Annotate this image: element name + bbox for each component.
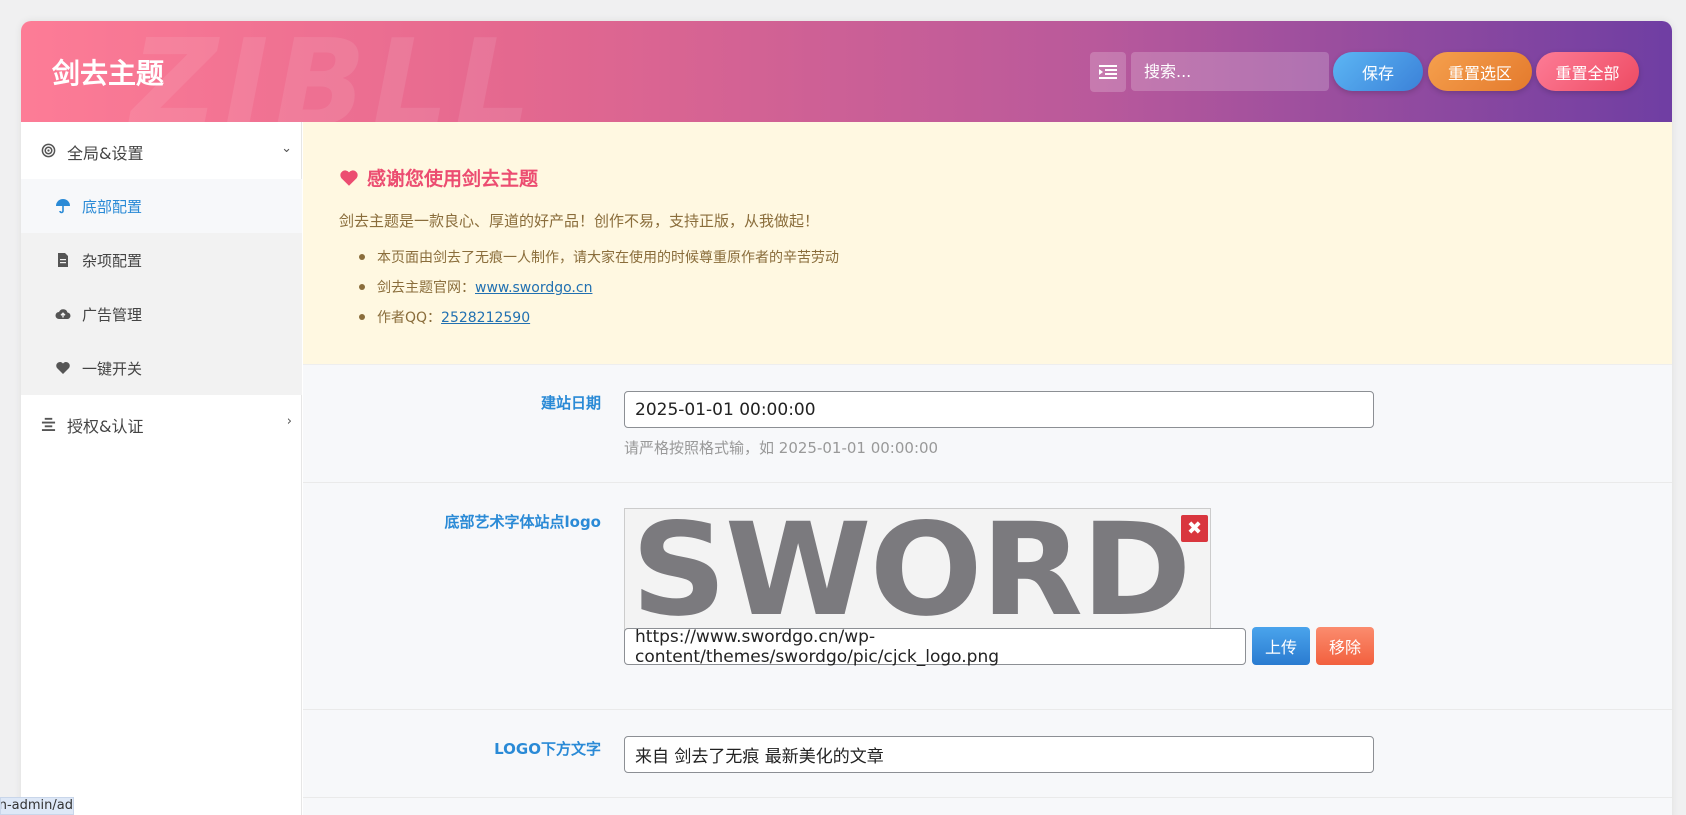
logo-preview-text: SWORD: [631, 508, 1192, 634]
field-logo-text: LOGO下方文字 来自 剑去了无痕 最新美化的文章: [303, 710, 1672, 798]
sidebar-section-label: 全局&设置: [67, 144, 144, 163]
field-site-date: 建站日期 2025-01-01 00:00:00 请严格按照格式输，如 2025…: [303, 365, 1672, 483]
sidebar-item-footer[interactable]: 底部配置: [21, 179, 302, 233]
site-date-input[interactable]: 2025-01-01 00:00:00: [624, 391, 1374, 428]
brand-title: 剑去主题: [52, 57, 165, 90]
sidebar-section-auth[interactable]: 授权&认证 ›: [21, 395, 302, 452]
umbrella-icon: [56, 199, 70, 214]
sidebar-section-label: 授权&认证: [67, 417, 144, 436]
header-watermark: ZIBLL: [131, 21, 538, 122]
notice-list: 本页面由剑去了无痕一人制作，请大家在使用的时候尊重原作者的辛苦劳动 剑去主题官网…: [359, 247, 839, 337]
settings-panel: ZIBLL 剑去主题 保存 重置选区 重置全部 全局&设置 ⌄: [21, 21, 1672, 815]
sidebar-item-misc[interactable]: 杂项配置: [21, 233, 302, 287]
sidebar: 全局&设置 ⌄ 底部配置 杂项配置 广告管理 一键开关 授权&认证 ›: [21, 122, 302, 815]
list-item: 作者QQ：2528212590: [359, 307, 839, 337]
thanks-notice: 感谢您使用剑去主题 剑去主题是一款良心、厚道的好产品！创作不易，支持正版，从我做…: [303, 122, 1672, 365]
save-button[interactable]: 保存: [1333, 52, 1423, 91]
main-content: 感谢您使用剑去主题 剑去主题是一款良心、厚道的好产品！创作不易，支持正版，从我做…: [303, 122, 1672, 815]
heart-icon: [56, 362, 70, 374]
notice-title-text: 感谢您使用剑去主题: [367, 168, 539, 190]
list-item: 剑去主题官网：www.swordgo.cn: [359, 277, 839, 307]
chevron-right-icon: ›: [286, 414, 292, 429]
field-label: LOGO下方文字: [494, 740, 601, 758]
logo-url-input[interactable]: https://www.swordgo.cn/wp-content/themes…: [624, 627, 1246, 667]
sidebar-item-label: 广告管理: [82, 306, 143, 324]
indent-icon: [1099, 65, 1117, 79]
logo-text-input[interactable]: 来自 剑去了无痕 最新美化的文章: [624, 736, 1374, 773]
field-footer-logo: 底部艺术字体站点logo SWORD ✖ https://www.swordgo…: [303, 483, 1672, 710]
logo-preview-image: SWORD ✖: [624, 508, 1211, 634]
notice-description: 剑去主题是一款良心、厚道的好产品！创作不易，支持正版，从我做起！: [339, 212, 820, 230]
sidebar-submenu: 底部配置 杂项配置 广告管理 一键开关: [21, 179, 302, 395]
status-bar-url: n-admin/ad: [0, 797, 74, 815]
sidebar-item-label: 一键开关: [82, 360, 143, 378]
sidebar-section-global[interactable]: 全局&设置 ⌄: [21, 122, 302, 179]
list-item: 本页面由剑去了无痕一人制作，请大家在使用的时候尊重原作者的辛苦劳动: [359, 247, 839, 277]
field-help: 请严格按照格式输，如 2025-01-01 00:00:00: [624, 439, 939, 457]
sidebar-item-label: 底部配置: [82, 198, 143, 216]
remove-image-icon[interactable]: ✖: [1181, 515, 1208, 542]
target-icon: [41, 143, 56, 158]
align-center-icon: [41, 417, 56, 431]
sidebar-item-label: 杂项配置: [82, 252, 143, 270]
field-label: 建站日期: [540, 394, 601, 412]
official-site-link[interactable]: www.swordgo.cn: [475, 280, 592, 296]
reset-all-button[interactable]: 重置全部: [1536, 52, 1639, 91]
toggle-menu-button[interactable]: [1090, 52, 1126, 92]
remove-button[interactable]: 移除: [1316, 627, 1374, 665]
search-input[interactable]: [1131, 52, 1329, 91]
reset-section-button[interactable]: 重置选区: [1428, 52, 1532, 91]
chevron-down-icon: ⌄: [281, 141, 292, 156]
upload-button[interactable]: 上传: [1252, 627, 1310, 665]
cloud-upload-icon: [55, 309, 71, 320]
header-bar: ZIBLL 剑去主题 保存 重置选区 重置全部: [21, 21, 1672, 122]
heart-icon: [340, 169, 358, 186]
author-qq-link[interactable]: 2528212590: [441, 310, 530, 326]
file-icon: [58, 253, 68, 267]
field-label: 底部艺术字体站点logo: [444, 513, 602, 531]
sidebar-item-switch[interactable]: 一键开关: [21, 341, 302, 395]
notice-title: 感谢您使用剑去主题: [339, 164, 538, 191]
sidebar-item-ads[interactable]: 广告管理: [21, 287, 302, 341]
